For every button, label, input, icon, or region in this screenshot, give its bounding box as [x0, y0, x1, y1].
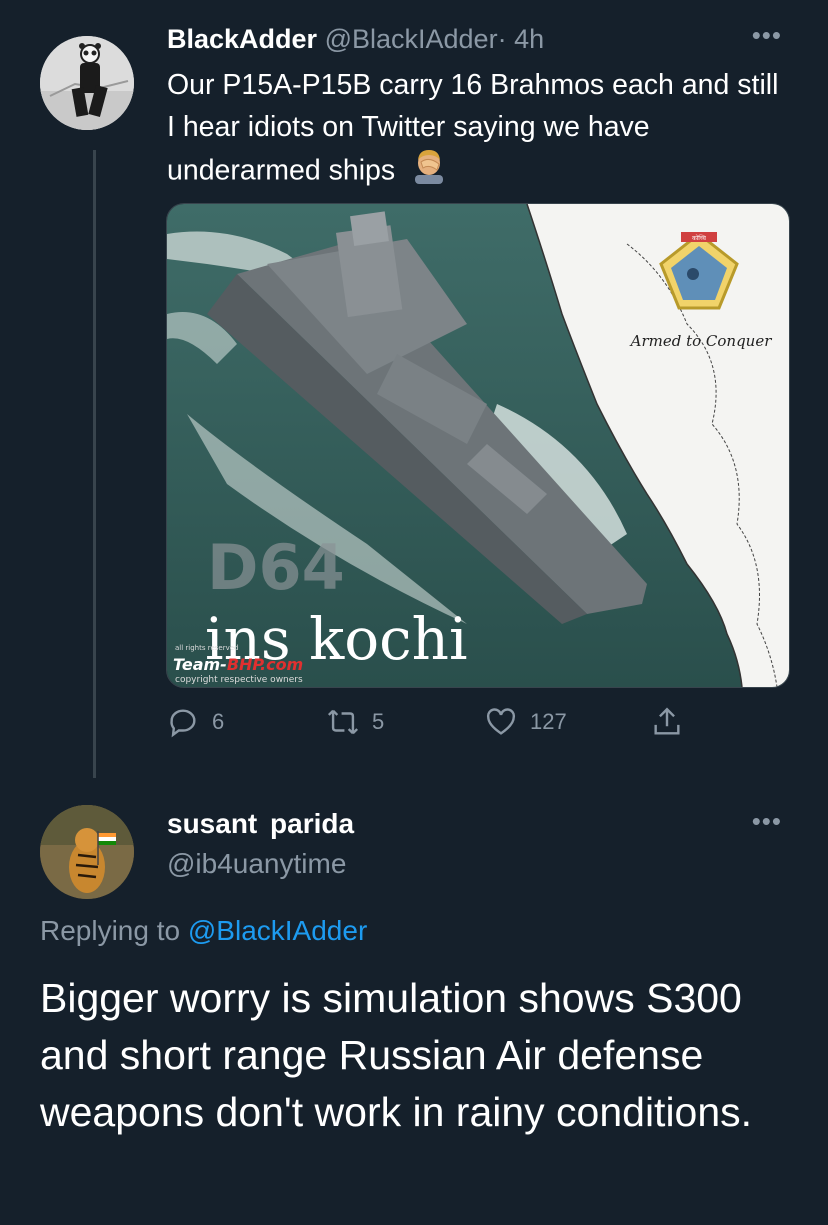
like-button[interactable]: 127: [484, 700, 567, 744]
avatar[interactable]: [40, 805, 134, 899]
retweet-button[interactable]: 5: [326, 700, 384, 744]
replying-to-line: Replying to @BlackIAdder: [40, 915, 367, 947]
tweet-header: BlackAdder @BlackIAdder· 4h: [167, 22, 788, 56]
tweet-action-bar: 6 5 127: [166, 700, 706, 744]
display-name[interactable]: BlackAdder: [167, 24, 317, 54]
more-icon[interactable]: •••: [752, 20, 782, 51]
retweet-icon: [327, 709, 359, 735]
tweet-text: Bigger worry is simulation shows S300 an…: [40, 975, 753, 1135]
replying-to-prefix: Replying to: [40, 915, 181, 946]
watermark-copyright: copyright respective owners: [175, 675, 303, 685]
retweet-count: 5: [372, 709, 385, 734]
more-icon[interactable]: •••: [752, 806, 782, 837]
watermark-reserved: all rights reserved: [175, 644, 238, 652]
ship-photo: D64 ins kochi all rights reserved Team-B…: [167, 204, 789, 687]
watermark-brand: Team-BHP.com: [173, 655, 303, 674]
tweet-body: Our P15A-P15B carry 16 Brahmos each and …: [167, 69, 779, 187]
user-handle[interactable]: @BlackIAdder: [325, 24, 498, 54]
reply-icon: [170, 709, 196, 738]
tweet-text: Our P15A-P15B carry 16 Brahmos each and …: [167, 64, 787, 196]
display-name[interactable]: susant parida: [167, 808, 354, 840]
replying-to-link[interactable]: @BlackIAdder: [188, 915, 367, 946]
avatar-image: [40, 805, 134, 899]
reply-count: 6: [212, 709, 225, 734]
share-icon: [654, 707, 680, 735]
separator-dot: ·: [497, 24, 507, 54]
reply-button[interactable]: 6: [166, 700, 224, 744]
crest-motto: Armed to Conquer: [629, 332, 773, 350]
crest-banner: कोच्चि: [692, 234, 706, 242]
hull-number: D64: [207, 531, 345, 604]
share-button[interactable]: [650, 700, 684, 744]
like-count: 127: [530, 709, 567, 734]
user-handle[interactable]: @ib4uanytime: [167, 848, 346, 880]
facepalm-emoji: [409, 148, 449, 196]
avatar-image: [40, 36, 134, 130]
tweet-timestamp[interactable]: 4h: [514, 24, 544, 54]
thread-connector-line: [93, 150, 96, 778]
like-icon: [487, 708, 515, 735]
avatar[interactable]: [40, 36, 134, 130]
tweet-media-image[interactable]: D64 ins kochi all rights reserved Team-B…: [166, 203, 790, 688]
